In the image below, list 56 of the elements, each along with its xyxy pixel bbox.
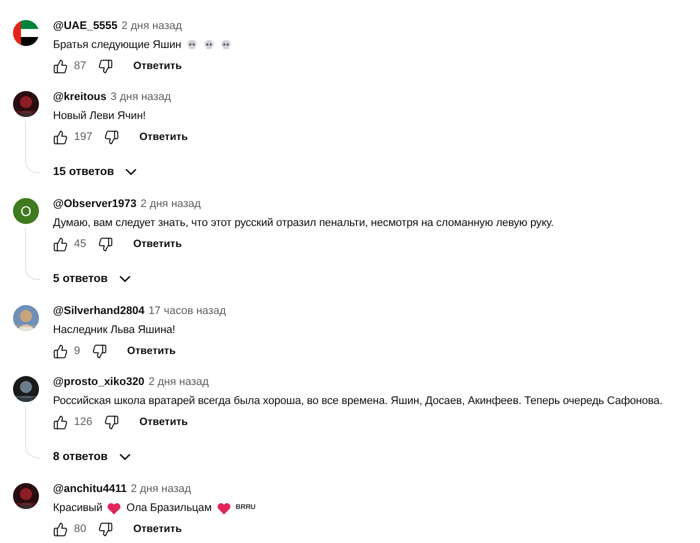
- comment-text: Наследник Льва Яшина!: [53, 323, 176, 338]
- comment-time[interactable]: 3 дня назад: [110, 91, 171, 103]
- comment-author[interactable]: @kreitous: [53, 91, 107, 103]
- comment-text: Новый Леви Ячин!: [53, 109, 146, 124]
- comment-text: Ола Бразильцам: [126, 501, 212, 516]
- replies-button[interactable]: 8 ответов: [53, 439, 134, 475]
- comment-author[interactable]: @UAE_5555: [53, 20, 118, 32]
- like-count: 197: [74, 131, 92, 143]
- like-button[interactable]: [53, 236, 68, 252]
- dislike-button[interactable]: [104, 130, 120, 144]
- like-count: 87: [74, 60, 86, 72]
- comment-time[interactable]: 2 дня назад: [130, 483, 192, 495]
- reply-button[interactable]: Ответить: [139, 131, 188, 143]
- replies-button[interactable]: 15 ответов: [53, 154, 140, 190]
- comment-text: Красивый: [53, 501, 102, 516]
- thread-line: [25, 406, 40, 458]
- heart-icon: [216, 502, 231, 514]
- skull-icon: [203, 39, 216, 51]
- dislike-button[interactable]: [104, 414, 120, 430]
- dislike-button[interactable]: [98, 236, 114, 252]
- flag-avatar: [13, 20, 39, 46]
- like-button[interactable]: [53, 58, 68, 74]
- dislike-button[interactable]: [98, 522, 114, 536]
- like-count: 45: [74, 238, 86, 250]
- comment-time[interactable]: 2 дня назад: [148, 376, 209, 388]
- avatar-letter: O: [13, 198, 39, 224]
- comment-text: Думаю, вам следует знать, что этот русский отразил пенальти, несмотря на сломанную левую руку.: [53, 216, 554, 231]
- comment-author[interactable]: @anchitu4411: [53, 483, 127, 495]
- thread-line: [25, 121, 40, 173]
- replies-button[interactable]: 5 ответов: [53, 261, 134, 297]
- like-button[interactable]: [53, 130, 68, 144]
- comment-author[interactable]: @Observer1973: [53, 198, 137, 210]
- dislike-button[interactable]: [98, 58, 114, 74]
- skull-icon: [220, 39, 232, 51]
- comment-time[interactable]: 2 дня назад: [140, 198, 201, 210]
- reply-button[interactable]: Ответить: [139, 416, 188, 428]
- like-button[interactable]: [53, 522, 68, 536]
- thread-line: [25, 228, 40, 280]
- comment-text: Российская школа вратарей всегда была хороша, во все времена. Яшин, Досаев, Акинфеев. Теперь очередь Сафонова.: [53, 394, 663, 409]
- heart-icon: [107, 502, 122, 514]
- reply-button[interactable]: Ответить: [133, 523, 182, 535]
- comment-text: Братья следующие Яшин: [53, 38, 182, 53]
- skull-icon: [186, 39, 198, 51]
- reply-button[interactable]: Ответить: [133, 238, 182, 250]
- comment-time[interactable]: 17 часов назад: [148, 305, 226, 317]
- like-count: 80: [74, 523, 86, 535]
- like-button[interactable]: [53, 344, 68, 358]
- dislike-button[interactable]: [92, 344, 108, 358]
- comment-author[interactable]: @prosto_xiko320: [53, 376, 144, 388]
- like-count: 9: [74, 345, 80, 357]
- comment-author[interactable]: @Silverhand2804: [53, 305, 144, 317]
- comment-time[interactable]: 2 дня назад: [122, 20, 182, 32]
- reply-button[interactable]: Ответить: [127, 345, 176, 357]
- like-button[interactable]: [53, 414, 68, 430]
- like-count: 126: [74, 416, 92, 428]
- reply-button[interactable]: Ответить: [133, 60, 182, 72]
